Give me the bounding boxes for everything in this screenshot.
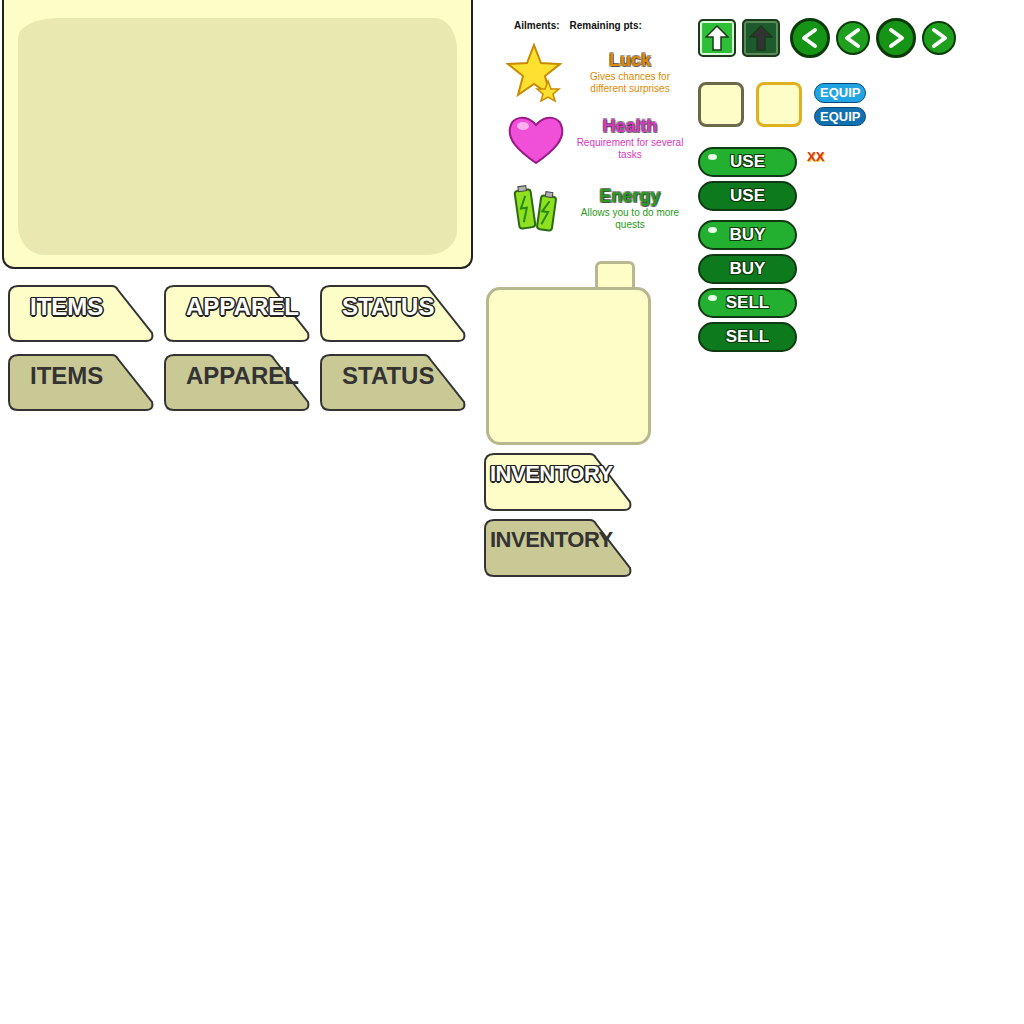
chevron-right-icon <box>928 27 950 49</box>
action-button[interactable]: SELL <box>698 288 797 318</box>
panel-inner <box>18 18 457 255</box>
battery-icon <box>511 184 561 234</box>
tab-row: ITEMSAPPARELSTATUS <box>2 354 484 411</box>
tab[interactable]: APPAREL <box>164 354 310 411</box>
slot-row: EQUIP EQUIP <box>698 82 956 127</box>
stat-row: HealthRequirement for several tasks <box>484 109 695 169</box>
tab[interactable]: ITEMS <box>8 285 154 342</box>
heart-icon <box>506 111 566 167</box>
main-panel <box>2 0 473 269</box>
tab[interactable]: STATUS <box>320 354 466 411</box>
inventory-tab[interactable]: INVENTORY <box>484 453 632 511</box>
action-buttons: USE XX USE BUY BUY SELL SELL <box>698 147 956 352</box>
action-button[interactable]: USE <box>698 147 797 177</box>
inventory-tab[interactable]: INVENTORY <box>484 519 632 577</box>
star-icon <box>506 43 566 103</box>
card-body <box>486 287 651 445</box>
tab[interactable]: ITEMS <box>8 354 154 411</box>
stat-name: Health <box>602 117 657 137</box>
stats-heading: Remaining pts: <box>570 20 642 31</box>
stat-row: EnergyAllows you to do more quests <box>484 179 695 239</box>
item-card <box>486 261 651 445</box>
item-slot[interactable] <box>756 82 802 127</box>
chevron-left-icon <box>799 27 821 49</box>
card-tab <box>595 261 635 290</box>
stat-description: Allows you to do more quests <box>576 207 684 231</box>
stat-description: Requirement for several tasks <box>576 137 684 161</box>
sprite-sheet: ITEMSAPPARELSTATUSITEMSAPPARELSTATUSAilm… <box>0 0 1024 1024</box>
item-slot[interactable] <box>698 82 744 127</box>
close-mark[interactable]: XX <box>807 149 824 164</box>
equip-button[interactable]: EQUIP <box>814 107 866 127</box>
nav-button[interactable] <box>742 19 780 57</box>
tab[interactable]: APPAREL <box>164 285 310 342</box>
nav-button[interactable] <box>836 21 870 55</box>
tab-row: ITEMSAPPARELSTATUS <box>2 285 484 342</box>
arrow-up-icon <box>749 25 773 51</box>
stat-name: Energy <box>599 187 660 207</box>
action-button[interactable]: USE <box>698 181 797 211</box>
stats-header: Ailments: Remaining pts: <box>484 0 695 31</box>
stat-name: Luck <box>609 51 651 71</box>
nav-row <box>698 18 956 58</box>
stat-description: Gives chances for different surprises <box>576 71 684 95</box>
action-button[interactable]: SELL <box>698 322 797 352</box>
stats-heading: Ailments: <box>514 20 560 31</box>
chevron-left-icon <box>842 27 864 49</box>
action-button[interactable]: BUY <box>698 254 797 284</box>
chevron-right-icon <box>885 27 907 49</box>
tab[interactable]: STATUS <box>320 285 466 342</box>
nav-button[interactable] <box>698 19 736 57</box>
nav-button[interactable] <box>876 18 916 58</box>
equip-button[interactable]: EQUIP <box>814 83 866 103</box>
nav-button[interactable] <box>922 21 956 55</box>
action-button[interactable]: BUY <box>698 220 797 250</box>
arrow-up-icon <box>705 25 729 51</box>
nav-button[interactable] <box>790 18 830 58</box>
stat-row: LuckGives chances for different surprise… <box>484 43 695 103</box>
